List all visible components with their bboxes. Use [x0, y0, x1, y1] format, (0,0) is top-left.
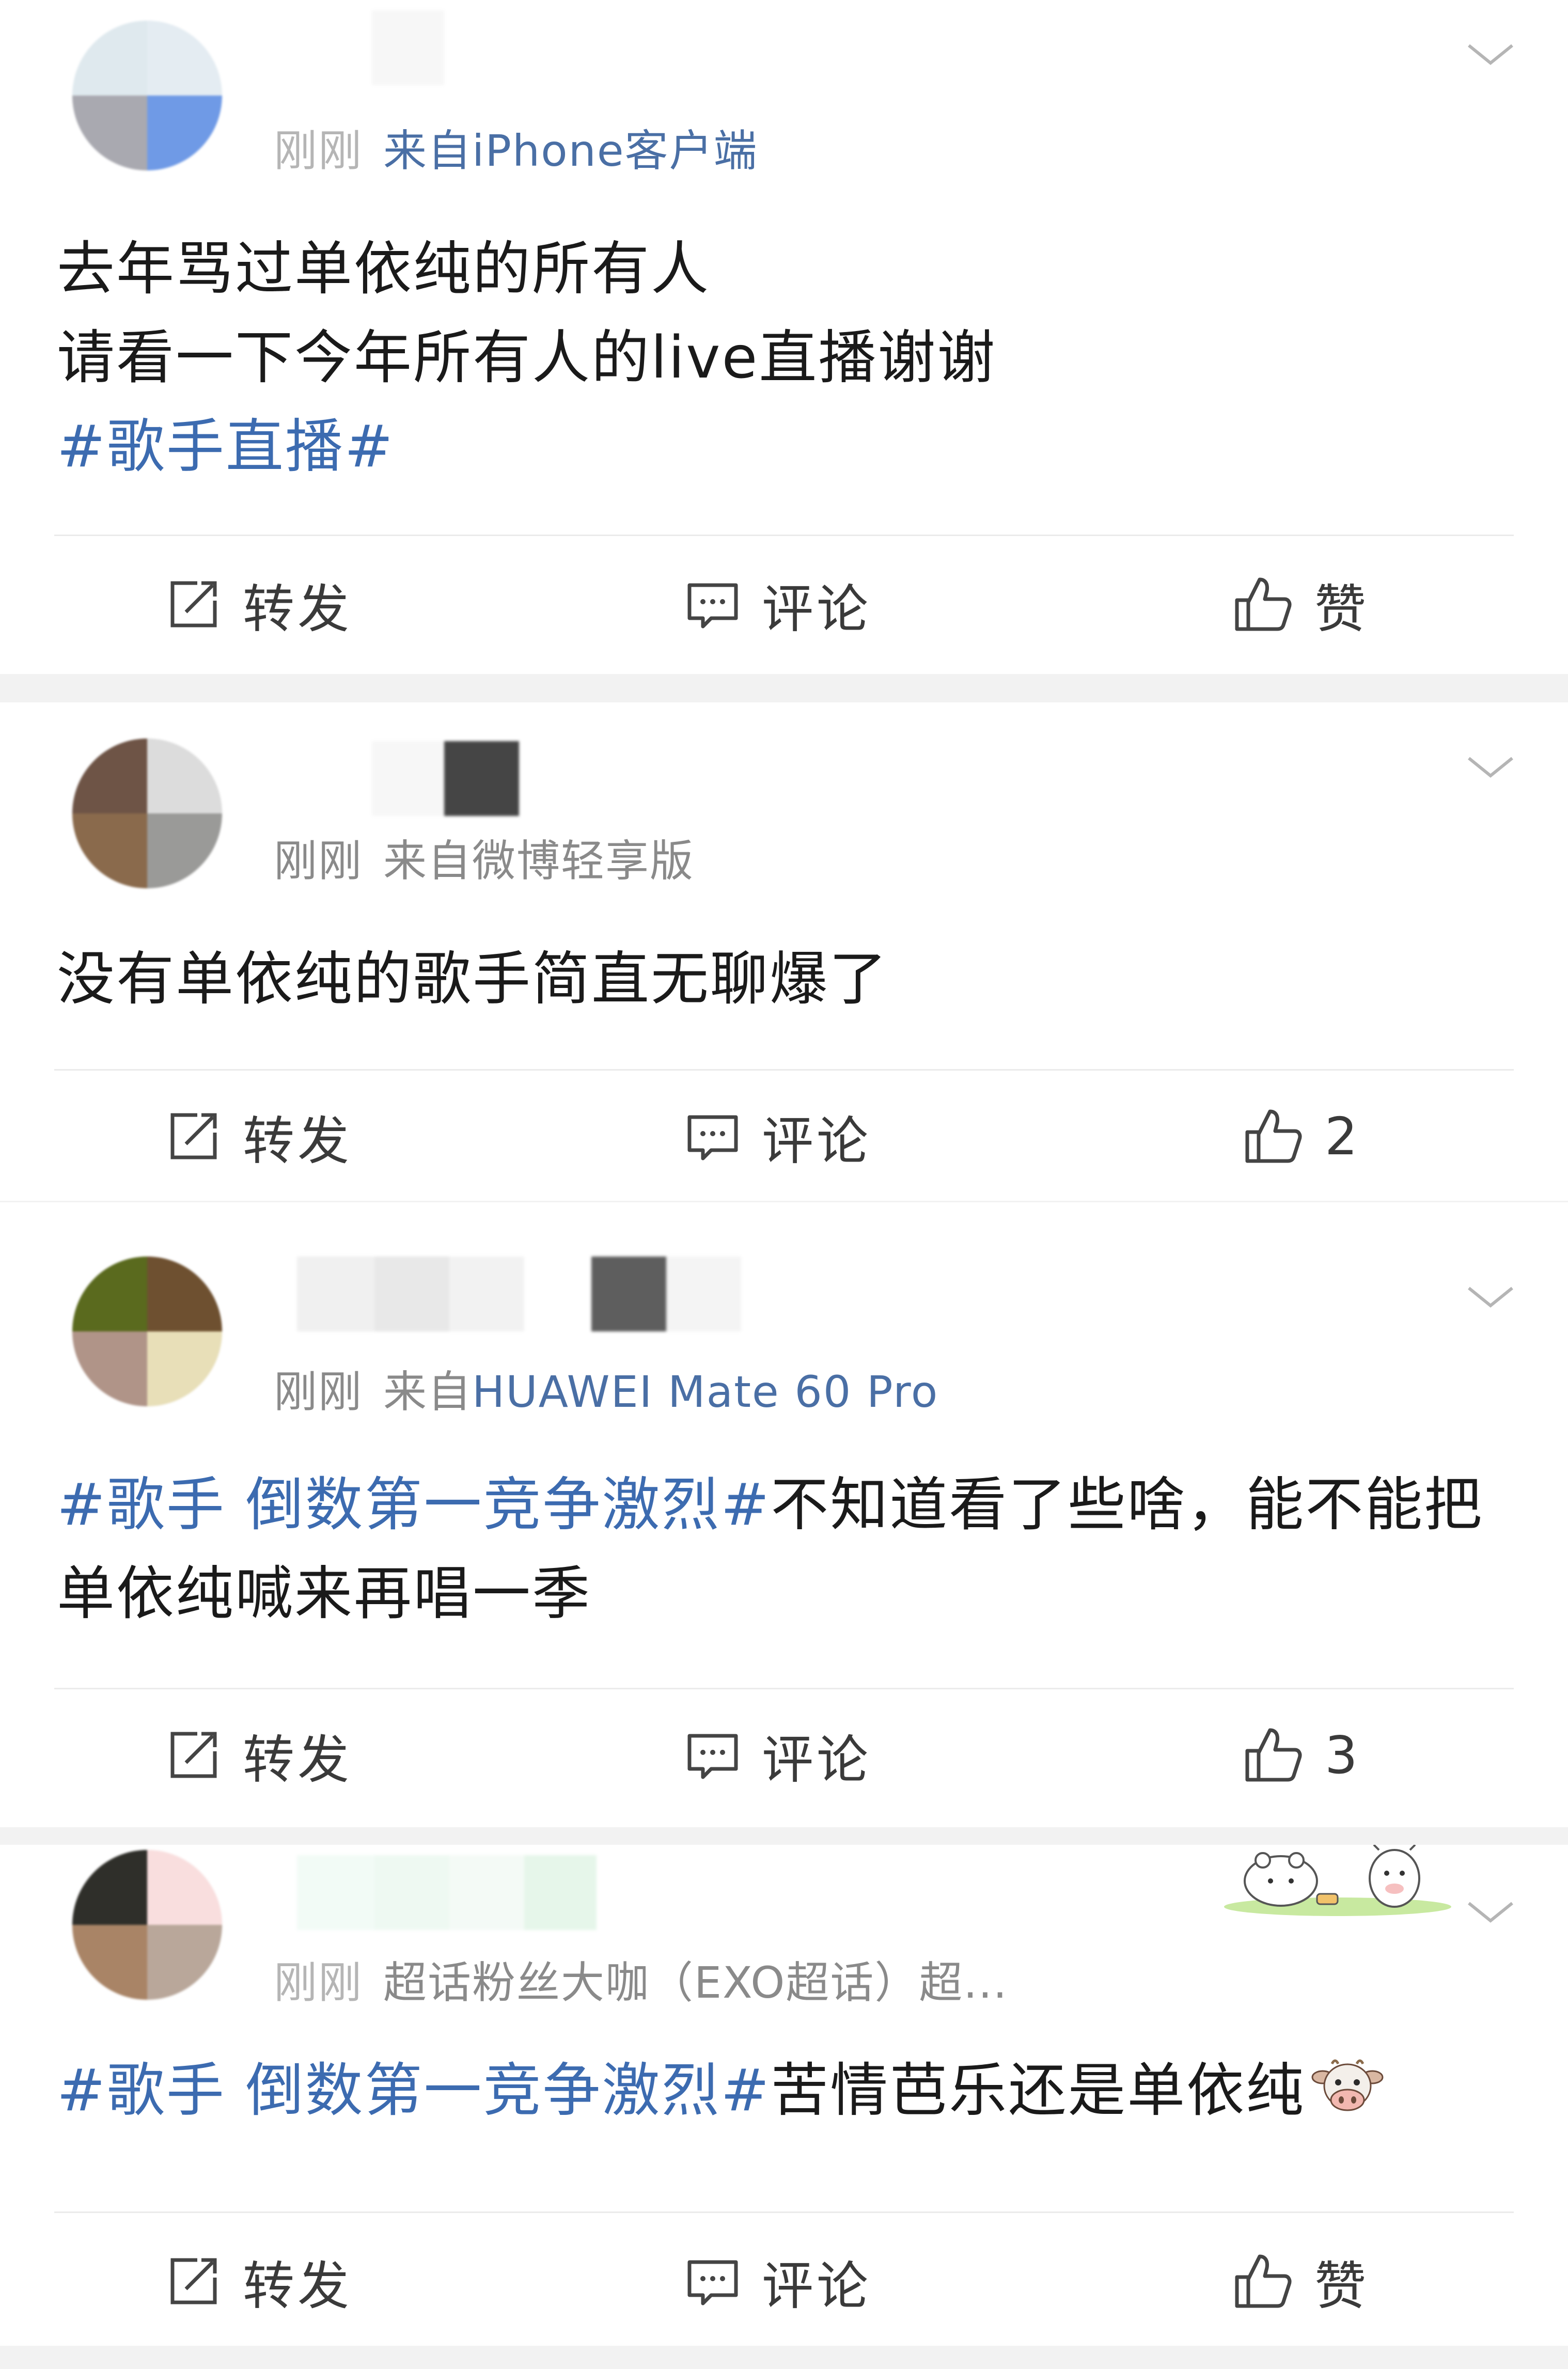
comment-button[interactable]: 评论 — [684, 2235, 871, 2328]
post-card[interactable]: 刚刚 来自iPhone客户端 去年骂过单依纯的所有人 请看一下今年所有人的live… — [0, 0, 1568, 674]
comment-button[interactable]: 评论 — [684, 558, 871, 651]
like-count: 3 — [1325, 1724, 1361, 1785]
post-time: 刚刚 — [274, 836, 363, 886]
post-content: #歌手 倒数第一竞争激烈#不知道看了些啥，能不能把 单依纯喊来再唱一季 — [57, 1461, 1511, 1638]
comment-button[interactable]: 评论 — [684, 1090, 871, 1183]
divider — [54, 1688, 1514, 1689]
comment-label: 评论 — [762, 1110, 871, 1171]
repost-button[interactable]: 转发 — [165, 2235, 352, 2328]
post-source[interactable]: 来自微博轻享版 — [383, 836, 694, 886]
content-line: 去年骂过单依纯的所有人 — [57, 236, 710, 303]
repost-label: 转发 — [243, 1110, 352, 1171]
chevron-down-icon[interactable] — [1465, 1279, 1516, 1315]
avatar[interactable] — [72, 1257, 222, 1406]
comment-icon — [687, 583, 738, 629]
content-line: 没有单依纯的歌手简直无聊爆了 — [57, 946, 888, 1013]
post-source[interactable]: 超话粉丝大咖（EXO超话）超... — [383, 1957, 1008, 2008]
like-button[interactable]: 赞 — [1232, 558, 1369, 651]
post-source[interactable]: 来自iPhone客户端 — [383, 125, 758, 176]
divider — [54, 535, 1514, 536]
post-meta: 刚刚 来自HUAWEI Mate 60 Pro — [274, 1357, 938, 1420]
comment-label: 评论 — [762, 2255, 871, 2316]
repost-icon — [170, 1113, 217, 1159]
content-line: 请看一下今年所有人的live直播谢谢 — [57, 324, 997, 391]
post-card[interactable]: 刚刚 超话粉丝大咖（EXO超话）超... #歌手 倒数第一竞争激烈#苦情芭乐还是单… — [0, 1845, 1568, 2346]
post-meta: 刚刚 来自微博轻享版 — [274, 826, 694, 889]
action-bar: 转发 评论 2 — [0, 1090, 1568, 1183]
comment-label: 评论 — [762, 578, 871, 639]
content-text: 苦情芭乐还是单依纯 — [771, 2057, 1306, 2124]
comment-icon — [687, 1115, 738, 1160]
action-bar: 转发 评论 赞 — [0, 2235, 1568, 2328]
post-time: 刚刚 — [274, 1957, 363, 2008]
post-time: 刚刚 — [274, 1367, 363, 1417]
username-blurred[interactable] — [297, 1855, 597, 1930]
action-bar: 转发 评论 3 — [0, 1708, 1568, 1801]
avatar[interactable] — [72, 739, 222, 888]
post-content: 去年骂过单依纯的所有人 请看一下今年所有人的live直播谢谢 #歌手直播# — [57, 225, 1511, 491]
repost-button[interactable]: 转发 — [165, 558, 352, 651]
chevron-down-icon[interactable] — [1465, 749, 1516, 785]
comment-button[interactable]: 评论 — [684, 1708, 871, 1801]
thumbs-up-icon — [1235, 2254, 1292, 2308]
post-source-device[interactable]: HUAWEI Mate 60 Pro — [472, 1367, 938, 1417]
post-content: 没有单依纯的歌手简直无聊爆了 — [57, 935, 1511, 1024]
like-button[interactable]: 2 — [1242, 1090, 1361, 1183]
like-count: 2 — [1325, 1106, 1361, 1167]
divider — [54, 2211, 1514, 2213]
action-bar: 转发 评论 赞 — [0, 558, 1568, 651]
content-line: 单依纯喊来再唱一季 — [57, 1560, 591, 1627]
comment-icon — [687, 2260, 738, 2305]
thumbs-up-icon — [1245, 1109, 1302, 1163]
topic-tag-link[interactable]: #歌手 倒数第一竞争激烈# — [57, 1471, 771, 1539]
repost-icon — [170, 581, 217, 627]
post-card[interactable]: 刚刚 来自微博轻享版 没有单依纯的歌手简直无聊爆了 转发 评论 2 — [0, 702, 1568, 1201]
repost-icon — [170, 1732, 217, 1778]
post-time: 刚刚 — [274, 125, 363, 176]
thumbs-up-icon — [1245, 1728, 1302, 1782]
repost-button[interactable]: 转发 — [165, 1090, 352, 1183]
avatar[interactable] — [72, 21, 222, 170]
divider — [54, 1069, 1514, 1071]
like-label: 赞 — [1314, 2255, 1369, 2316]
chevron-down-icon[interactable] — [1465, 36, 1516, 72]
thumbs-up-icon — [1235, 577, 1292, 631]
like-label: 赞 — [1314, 578, 1369, 639]
content-text: 不知道看了些啥，能不能把 — [771, 1471, 1484, 1539]
post-card[interactable]: 刚刚 来自HUAWEI Mate 60 Pro #歌手 倒数第一竞争激烈#不知道看… — [0, 1202, 1568, 1827]
repost-label: 转发 — [243, 2255, 352, 2316]
repost-button[interactable]: 转发 — [165, 1708, 352, 1801]
topic-tag-link[interactable]: #歌手直播# — [57, 402, 1511, 491]
post-source-prefix[interactable]: 来自 — [383, 1367, 472, 1417]
post-meta: 刚刚 来自iPhone客户端 — [274, 116, 758, 179]
repost-label: 转发 — [243, 578, 352, 639]
like-button[interactable]: 3 — [1242, 1708, 1361, 1801]
chevron-down-icon[interactable] — [1465, 1894, 1516, 1930]
comment-label: 评论 — [762, 1729, 871, 1790]
cow-face-icon — [1311, 2059, 1384, 2111]
avatar[interactable] — [72, 1850, 222, 2000]
post-meta: 刚刚 超话粉丝大咖（EXO超话）超... — [274, 1948, 1008, 2011]
post-content: #歌手 倒数第一竞争激烈#苦情芭乐还是单依纯 — [57, 2046, 1511, 2135]
username-blurred[interactable] — [297, 1257, 741, 1331]
like-button[interactable]: 赞 — [1232, 2235, 1369, 2328]
cartoon-animals-sticker — [1224, 1845, 1451, 1916]
username-blurred[interactable] — [372, 10, 444, 85]
repost-icon — [170, 2258, 217, 2304]
topic-tag-link[interactable]: #歌手 倒数第一竞争激烈# — [57, 2057, 771, 2124]
repost-label: 转发 — [243, 1729, 352, 1790]
weibo-feed: 刚刚 来自iPhone客户端 去年骂过单依纯的所有人 请看一下今年所有人的live… — [0, 0, 1568, 2369]
username-blurred[interactable] — [372, 741, 527, 816]
comment-icon — [687, 1734, 738, 1779]
